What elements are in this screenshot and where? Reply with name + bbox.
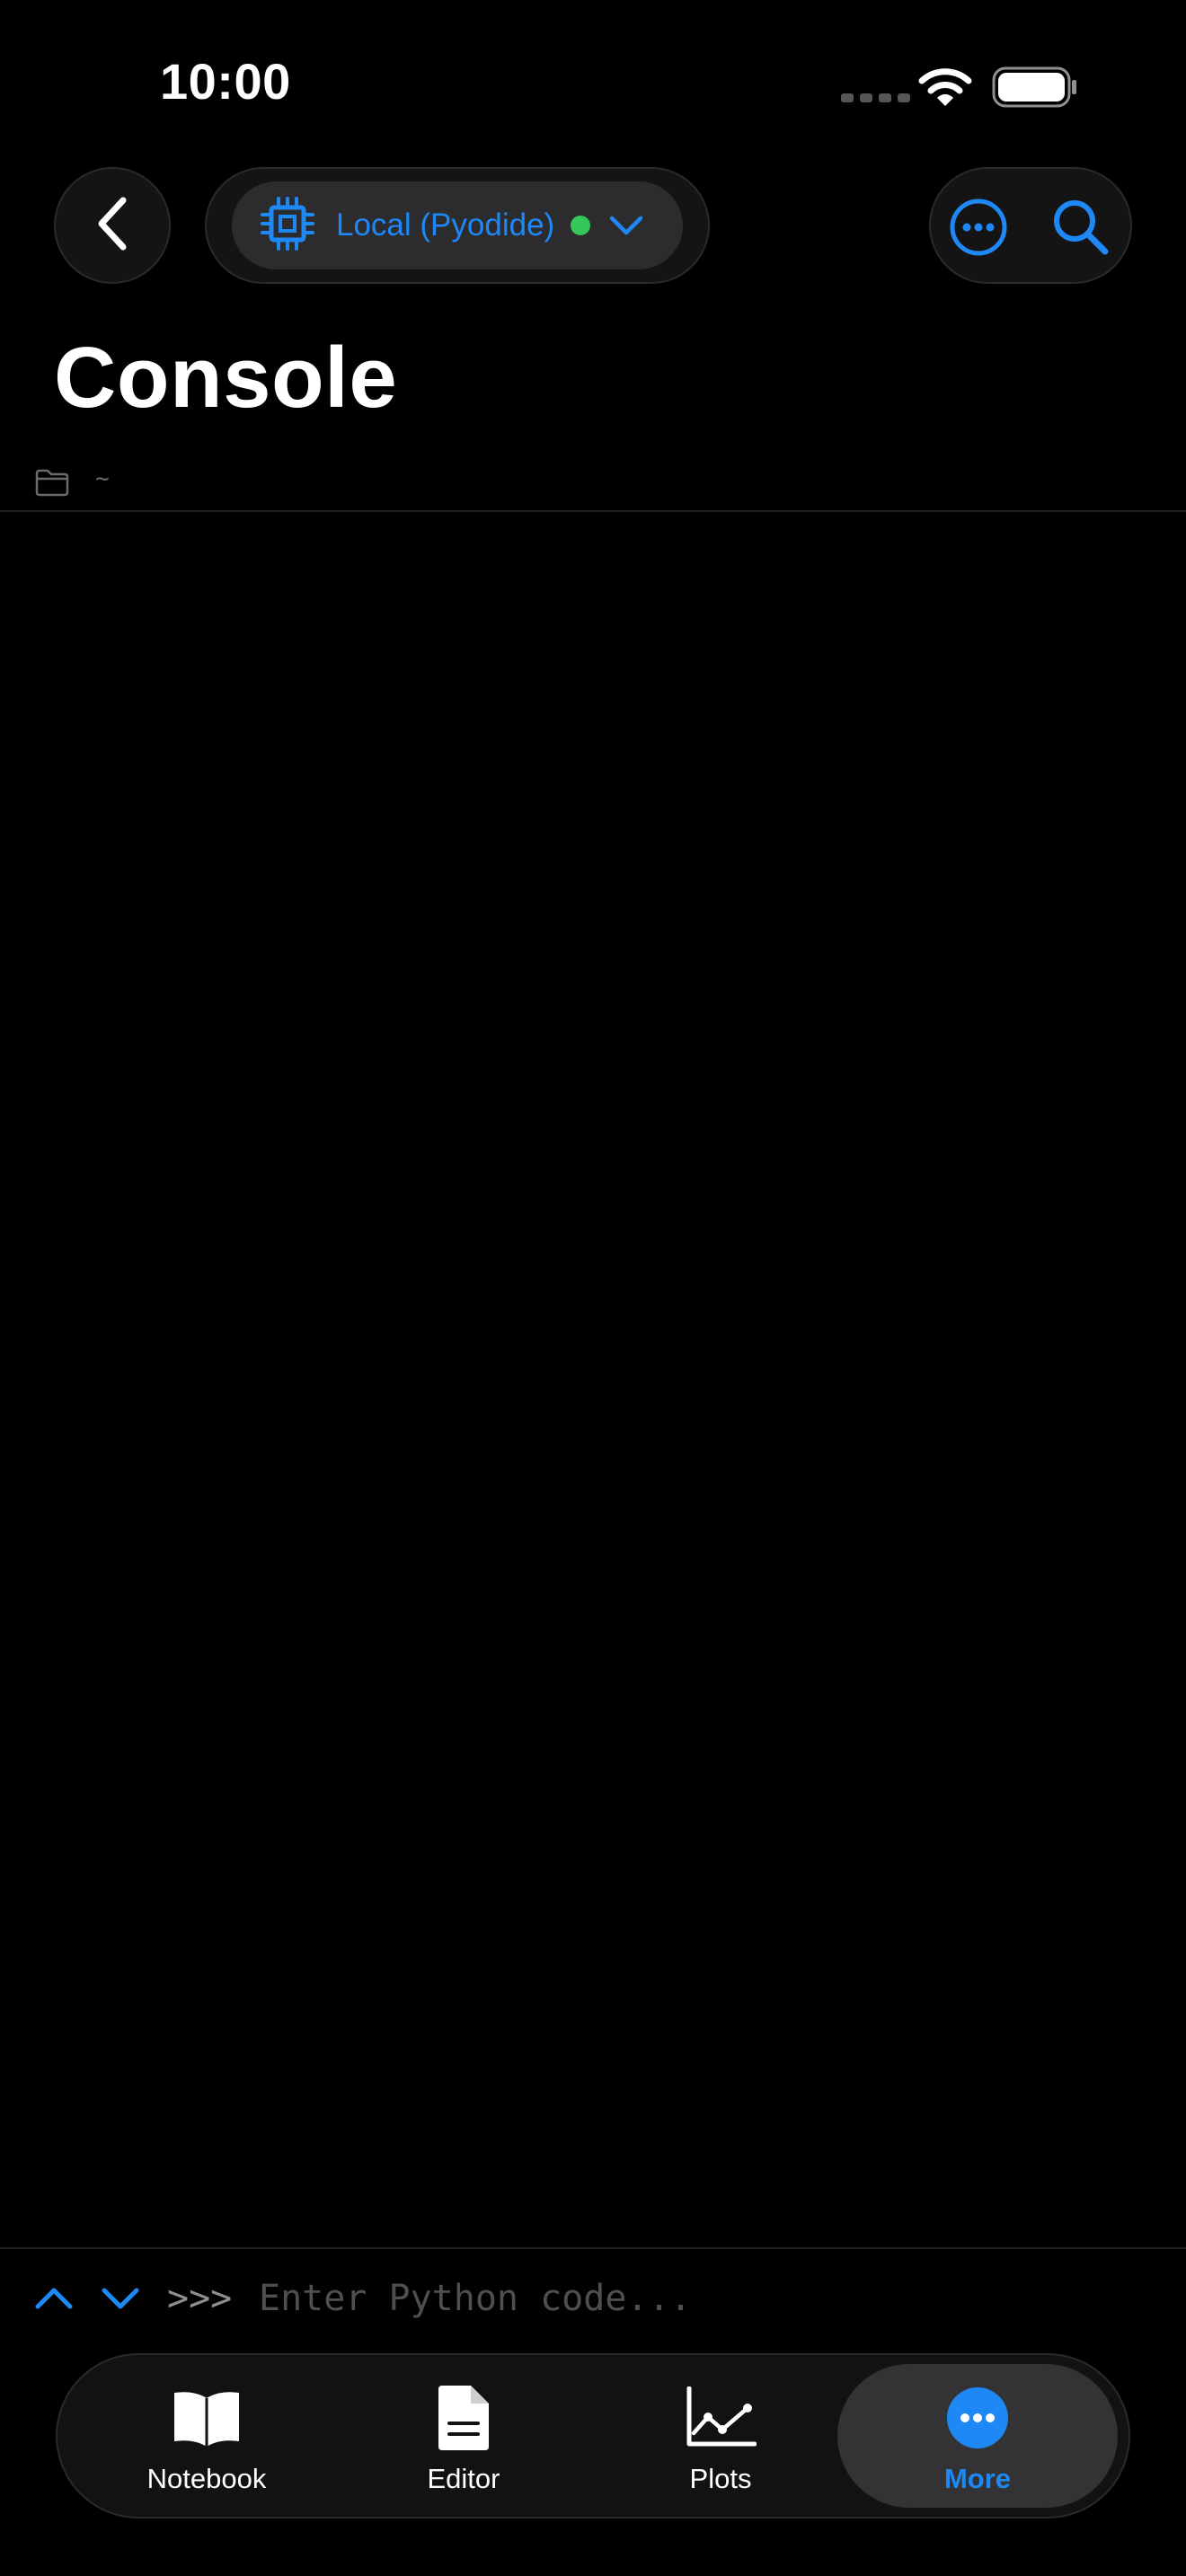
python-code-input[interactable] [259,2269,1139,2328]
console-prompt: >>> [167,2278,233,2319]
kernel-selector-button[interactable]: Local (Pyodide) [232,181,683,269]
kernel-name: Local (Pyodide) [336,207,555,243]
folder-icon [34,467,70,502]
history-next-button[interactable] [101,2283,140,2318]
working-directory: ~ [95,465,110,492]
ellipsis-circle-icon [947,198,1010,262]
tab-more[interactable]: More [906,2364,1049,2508]
page-title: Console [54,330,398,426]
tab-label: More [943,2463,1012,2494]
chevron-down-icon [101,2288,140,2317]
chevron-left-icon [93,195,132,257]
more-circle-icon [945,2382,1010,2454]
tab-editor[interactable]: Editor [392,2364,535,2508]
tab-label: Plots [689,2463,752,2494]
history-previous-button[interactable] [34,2283,74,2318]
more-options-button[interactable] [947,196,1010,263]
tab-plots[interactable]: Plots [649,2364,792,2508]
document-icon [435,2382,492,2454]
console-output[interactable] [0,512,1186,2247]
tab-label: Notebook [146,2463,267,2494]
chevron-up-icon [34,2288,74,2317]
search-icon [1049,200,1112,262]
cellular-signal-icon [841,93,910,102]
divider [0,2247,1186,2249]
tab-notebook[interactable]: Notebook [135,2364,279,2508]
wifi-icon [918,66,972,112]
chevron-down-icon [608,214,644,237]
battery-icon [992,66,1078,112]
cpu-chip-icon [259,195,316,257]
search-button[interactable] [1049,196,1112,263]
kernel-status-dot [571,216,591,235]
book-icon [169,2382,244,2454]
line-chart-icon [685,2382,757,2454]
back-button[interactable] [54,167,171,284]
tab-label: Editor [427,2463,500,2494]
status-time: 10:00 [160,53,291,110]
